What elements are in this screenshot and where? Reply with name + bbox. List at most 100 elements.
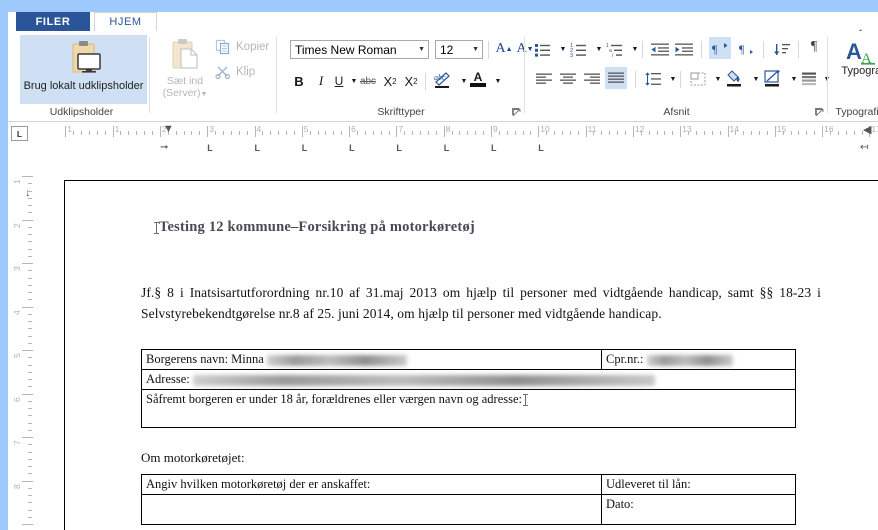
table-row[interactable]: Borgerens navn: Minna Cpr.nr.:	[141, 349, 796, 370]
decrease-indent-icon[interactable]	[649, 39, 671, 59]
shading-icon[interactable]	[724, 68, 746, 88]
ruler-minor-tick	[96, 131, 98, 135]
vruler-number: 5	[12, 353, 22, 358]
strikethrough-button[interactable]: abc	[357, 71, 379, 91]
ruler-tab-stop[interactable]: L	[444, 143, 450, 153]
document-paragraph: Jf.§ 8 i Inatsisartutforordning nr.10 af…	[141, 285, 821, 321]
tab-filer[interactable]: FILER	[16, 12, 90, 31]
ruler-minor-tick	[215, 131, 217, 135]
ruler-tab-stop[interactable]: L	[207, 143, 213, 153]
vruler-minor-tick	[28, 234, 32, 235]
ruler-tab-stop[interactable]: L	[396, 143, 402, 153]
text-effects-icon[interactable]	[762, 68, 784, 88]
cut-button[interactable]: Klip	[215, 64, 255, 80]
align-center-icon[interactable]	[557, 69, 579, 89]
loaned-out-cell[interactable]: Udleveret til lån:	[601, 474, 796, 495]
font-color-button[interactable]: A	[468, 69, 488, 89]
ruler-number: 8	[445, 124, 451, 134]
multilevel-list-icon[interactable]: 1 a i	[605, 39, 625, 59]
subscript-button[interactable]: X2	[381, 71, 399, 91]
sort-icon[interactable]	[771, 39, 793, 59]
show-formatting-marks-icon[interactable]: ¶	[805, 37, 823, 57]
vehicle-description-cell[interactable]: Angiv hvilken motorkøretøj der er anskaf…	[141, 474, 602, 495]
vehicle-description-input-cell[interactable]	[141, 494, 602, 525]
use-local-clipboard-button[interactable]: Brug lokalt udklipsholder	[20, 35, 147, 104]
guardian-cell[interactable]: Såfremt borgeren er under 18 år, forældr…	[141, 389, 796, 428]
right-indent-handle[interactable]: ↤	[860, 142, 868, 153]
vertical-ruler[interactable]: ↓ 12345678	[8, 158, 44, 530]
ruler-minor-tick	[278, 131, 280, 135]
ruler-minor-tick	[522, 131, 524, 135]
borders-icon[interactable]	[688, 69, 708, 89]
styles-icon[interactable]	[800, 69, 818, 89]
svg-text:3: 3	[570, 52, 573, 56]
document-canvas[interactable]: Testing 12 kommune–Forsikring på motorkø…	[44, 158, 878, 530]
font-color-swatch	[470, 82, 486, 87]
document-page[interactable]: Testing 12 kommune–Forsikring på motorkø…	[64, 180, 878, 530]
copy-button[interactable]: Kopier	[215, 39, 269, 55]
vruler-minor-tick	[28, 495, 32, 496]
rtl-paragraph-icon[interactable]: ¶	[709, 37, 731, 59]
paragraph-dialog-launcher[interactable]	[815, 108, 824, 117]
increase-indent-icon[interactable]	[673, 39, 695, 59]
typography-button[interactable]: A A Typografi	[836, 39, 878, 77]
text-highlight-button[interactable]: abc	[432, 70, 454, 90]
ruler-tab-stop[interactable]: L	[349, 143, 355, 153]
font-color-dropdown[interactable]: ▼	[489, 71, 507, 91]
paste-server-button[interactable]: Sæt ind (Server)▼	[155, 35, 215, 101]
ltr-paragraph-icon[interactable]: ¶	[734, 37, 756, 59]
ruler-minor-tick	[128, 131, 130, 135]
ruler-tab-stop[interactable]: L	[302, 143, 308, 153]
text-cursor-icon	[154, 221, 159, 234]
italic-label: I	[318, 73, 324, 88]
vruler-minor-tick	[28, 466, 32, 467]
ruler-minor-tick	[743, 131, 745, 135]
font-size-combobox[interactable]: 12 ▼	[435, 40, 483, 59]
vehicle-info-table[interactable]: Angiv hvilken motorkøretøj der er anskaf…	[141, 474, 796, 525]
ruler-minor-tick	[845, 131, 847, 135]
ruler-tab-stop[interactable]: L	[255, 143, 261, 153]
bold-button[interactable]: B	[290, 71, 308, 91]
right-indent-marker[interactable]: ◀	[863, 123, 871, 136]
table-row[interactable]: Angiv hvilken motorkøretøj der er anskaf…	[141, 474, 796, 495]
vruler-minor-tick	[28, 400, 32, 402]
ruler-major-tick	[680, 126, 682, 137]
align-left-icon[interactable]	[533, 69, 555, 89]
clipboard-paste-icon	[167, 39, 203, 73]
superscript-button[interactable]: X2	[402, 71, 420, 91]
bullets-icon[interactable]	[533, 39, 553, 59]
paragraph-separator-4	[798, 41, 799, 58]
ruler-tab-stop[interactable]: L	[491, 143, 497, 153]
align-right-icon[interactable]	[581, 69, 603, 89]
vruler-major-tick	[22, 480, 33, 482]
horizontal-ruler[interactable]: L 11234567891011121314151617 ▼ ➞ ◀ ↤ LLL…	[8, 122, 878, 158]
first-line-indent-marker[interactable]: ▼	[163, 123, 174, 135]
table-row[interactable]: Adresse:	[141, 369, 796, 390]
tab-stop-selector[interactable]: L	[11, 126, 28, 141]
ruler-tab-stop[interactable]: L	[538, 143, 544, 153]
ruler-minor-tick	[790, 131, 792, 135]
grow-font-button[interactable]: A ▲	[495, 39, 513, 59]
vruler-minor-tick	[28, 328, 32, 330]
line-spacing-icon[interactable]	[643, 69, 663, 89]
left-indent-marker[interactable]: ➞	[160, 142, 168, 153]
italic-button[interactable]: I	[312, 71, 330, 91]
use-local-clipboard-label: Brug lokalt udklipsholder	[23, 80, 144, 92]
numbering-icon[interactable]: 1 2 3	[569, 39, 589, 59]
justify-icon[interactable]	[605, 67, 627, 89]
citizen-info-table[interactable]: Borgerens navn: Minna Cpr.nr.: Adresse:	[141, 349, 796, 428]
date-cell[interactable]: Dato:	[601, 494, 796, 525]
vruler-minor-tick	[28, 183, 32, 185]
font-dialog-launcher[interactable]	[512, 108, 521, 117]
table-row[interactable]: Dato:	[141, 494, 796, 525]
ruler-minor-tick	[782, 131, 784, 135]
table-row[interactable]: Såfremt borgeren er under 18 år, forældr…	[141, 389, 796, 428]
cpr-cell[interactable]: Cpr.nr.:	[601, 349, 796, 370]
address-cell[interactable]: Adresse:	[141, 369, 796, 390]
citizen-name-cell[interactable]: Borgerens navn: Minna	[141, 349, 602, 370]
font-size-value: 12	[440, 42, 454, 57]
vruler-number: 7	[12, 440, 22, 445]
font-name-combobox[interactable]: Times New Roman ▼	[290, 40, 429, 59]
ruler-minor-tick	[798, 131, 800, 135]
tab-hjem[interactable]: HJEM	[94, 12, 157, 31]
